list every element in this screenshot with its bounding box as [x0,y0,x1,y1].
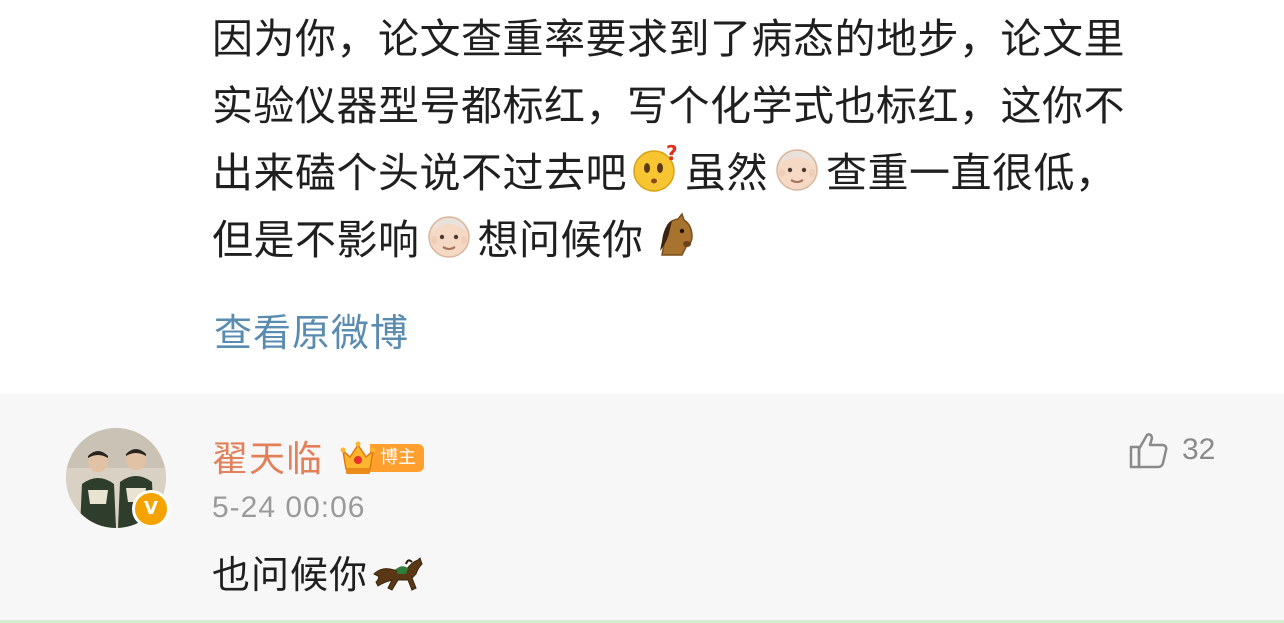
post-line-4-part-a: 但是不影响 [212,216,420,264]
post-line-3: 出来磕个头说不过去吧 ? 虽然 查重一直很低， [212,140,1252,207]
svg-text:?: ? [666,144,678,165]
running-horse-icon [373,557,423,591]
verified-badge-icon: V [132,490,170,528]
post-line-1: 因为你，论文查重率要求到了病态的地步，论文里 [212,15,1125,63]
thumbs-up-icon [1129,433,1168,469]
avatar[interactable]: V [66,428,170,530]
view-original-post-link[interactable]: 查看原微博 [214,302,409,357]
post-line-3-part-b: 虽然 [685,149,768,197]
weibo-screenshot: 因为你，论文查重率要求到了病态的地步，论文里 实验仪器型号都标红，写个化学式也标… [0,0,1284,623]
comment-text-body: 也问候你 [212,553,369,597]
thinking-face-icon: ? [633,144,678,192]
old-man-icon [427,216,470,258]
comment-text: 也问候你 [212,544,426,599]
like-button[interactable]: 32 [1128,430,1215,470]
horse-face-icon [659,212,693,256]
comment-item: V 翟天临 博主 5-24 00:06 也问候你 32 [0,394,1284,623]
post-text: 因为你，论文查重率要求到了病态的地步，论文里 实验仪器型号都标红，写个化学式也标… [212,6,1252,274]
post-line-3-part-a: 出来磕个头说不过去吧 [212,149,627,197]
blogger-badge: 博主 [340,438,424,478]
badge-label: 博主 [370,444,424,472]
post-line-2: 实验仪器型号都标红，写个化学式也标红，这你不 [212,82,1125,130]
like-count: 32 [1182,433,1216,466]
comment-username[interactable]: 翟天临 [212,430,323,482]
comment-timestamp: 5-24 00:06 [212,491,366,524]
post-line-4: 但是不影响 想问候你 [212,207,1252,274]
old-man-icon [776,149,818,191]
post-line-3-part-c: 查重一直很低， [826,149,1117,197]
post-line-4-part-b: 想问候你 [477,216,644,264]
crown-icon [340,441,376,474]
original-post: 因为你，论文查重率要求到了病态的地步，论文里 实验仪器型号都标红，写个化学式也标… [0,0,1284,394]
